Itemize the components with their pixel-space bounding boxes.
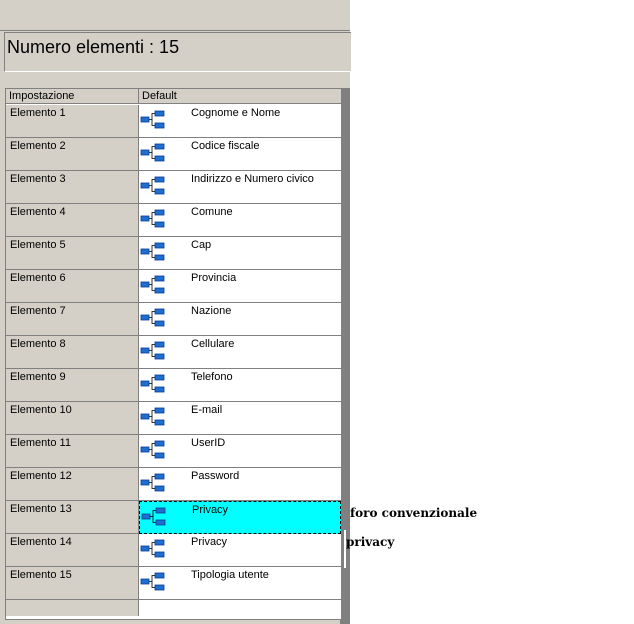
tree-node-icon: [141, 507, 167, 527]
row-key-cell[interactable]: Elemento 4: [6, 204, 139, 237]
tree-node-icon: [140, 440, 166, 460]
row-key-cell[interactable]: Elemento 6: [6, 270, 139, 303]
row-key-cell[interactable]: Elemento 14: [6, 534, 139, 567]
row-value-cell[interactable]: Password: [139, 468, 341, 501]
tree-node-icon: [140, 572, 166, 592]
row-value-cell[interactable]: Cap: [139, 237, 341, 270]
element-count-label: Numero elementi : 15: [7, 37, 180, 57]
row-value-cell[interactable]: Indirizzo e Numero civico: [139, 171, 341, 204]
row-key-cell[interactable]: Elemento 9: [6, 369, 139, 402]
side-label-privacy: privacy: [346, 535, 395, 549]
table-row[interactable]: Elemento 1 Cognome e Nome: [6, 105, 341, 138]
row-value-text: Codice fiscale: [191, 140, 260, 152]
row-value-cell[interactable]: Privacy: [139, 501, 341, 534]
tree-node-icon: [140, 209, 166, 229]
tree-node-icon: [140, 473, 166, 493]
row-value-text: Cellulare: [191, 338, 235, 350]
row-key-cell[interactable]: Elemento 3: [6, 171, 139, 204]
side-label-divider: [344, 530, 346, 568]
table-row[interactable]: Elemento 14 Privacy: [6, 534, 341, 567]
column-header-default[interactable]: Default: [139, 89, 341, 104]
table-row[interactable]: Elemento 9 Telefono: [6, 369, 341, 402]
tree-node-icon: [140, 341, 166, 361]
empty-key-cell: [6, 600, 139, 616]
table-row[interactable]: Elemento 7 Nazione: [6, 303, 341, 336]
row-value-text: Provincia: [191, 272, 237, 284]
row-key-cell[interactable]: Elemento 1: [6, 105, 139, 138]
table-row[interactable]: Elemento 4 Comune: [6, 204, 341, 237]
table-row[interactable]: Elemento 8 Cellulare: [6, 336, 341, 369]
element-count-box: Numero elementi : 15: [4, 32, 351, 72]
row-value-cell[interactable]: Privacy: [139, 534, 341, 567]
tree-node-icon: [140, 275, 166, 295]
table-row[interactable]: Elemento 15 Tipologia utente: [6, 567, 341, 600]
table-row[interactable]: Elemento 10 E-mail: [6, 402, 341, 435]
row-value-cell[interactable]: Codice fiscale: [139, 138, 341, 171]
grid-column-headers: Impostazione Default: [6, 89, 341, 105]
row-value-cell[interactable]: Nazione: [139, 303, 341, 336]
table-row[interactable]: Elemento 2 Codice fiscale: [6, 138, 341, 171]
settings-grid: Impostazione Default Elemento 1 Cognome e…: [5, 88, 342, 620]
row-key-cell[interactable]: Elemento 7: [6, 303, 139, 336]
side-label-foro-convenzionale: foro convenzionale: [350, 506, 478, 520]
tree-node-icon: [140, 143, 166, 163]
row-value-text: Cognome e Nome: [191, 107, 281, 119]
tree-node-icon: [140, 110, 166, 130]
row-key-cell[interactable]: Elemento 2: [6, 138, 139, 171]
table-row[interactable]: Elemento 3 Indirizzo e Numero civico: [6, 171, 341, 204]
row-value-cell[interactable]: Tipologia utente: [139, 567, 341, 600]
row-value-text: Privacy: [192, 504, 229, 516]
row-value-cell[interactable]: Cellulare: [139, 336, 341, 369]
tree-node-icon: [140, 176, 166, 196]
row-key-cell[interactable]: Elemento 5: [6, 237, 139, 270]
row-key-cell[interactable]: Elemento 11: [6, 435, 139, 468]
row-value-text: Tipologia utente: [191, 569, 269, 581]
table-row[interactable]: Elemento 5 Cap: [6, 237, 341, 270]
toolbar-area: [0, 0, 350, 31]
row-value-cell[interactable]: UserID: [139, 435, 341, 468]
column-header-impostazione[interactable]: Impostazione: [6, 89, 139, 104]
tree-node-icon: [140, 374, 166, 394]
tree-node-icon: [140, 407, 166, 427]
table-row[interactable]: Elemento 11 UserID: [6, 435, 341, 468]
tree-node-icon: [140, 308, 166, 328]
row-value-text: Telefono: [191, 371, 233, 383]
table-row[interactable]: Elemento 6 Provincia: [6, 270, 341, 303]
table-row[interactable]: Elemento 13 Privacy: [6, 501, 341, 534]
row-value-text: Password: [191, 470, 240, 482]
row-value-cell[interactable]: E-mail: [139, 402, 341, 435]
row-value-cell[interactable]: Provincia: [139, 270, 341, 303]
row-value-cell[interactable]: Telefono: [139, 369, 341, 402]
row-key-cell[interactable]: Elemento 13: [6, 501, 139, 534]
row-key-cell[interactable]: Elemento 15: [6, 567, 139, 600]
tree-node-icon: [140, 539, 166, 559]
table-row[interactable]: Elemento 12 Password: [6, 468, 341, 501]
row-value-text: Comune: [191, 206, 233, 218]
row-value-cell[interactable]: Cognome e Nome: [139, 105, 341, 138]
tree-node-icon: [140, 242, 166, 262]
row-key-cell[interactable]: Elemento 12: [6, 468, 139, 501]
row-key-cell[interactable]: Elemento 8: [6, 336, 139, 369]
row-key-cell[interactable]: Elemento 10: [6, 402, 139, 435]
row-value-text: Indirizzo e Numero civico: [191, 173, 314, 185]
row-value-text: Cap: [191, 239, 212, 251]
row-value-text: E-mail: [191, 404, 223, 416]
row-value-text: UserID: [191, 437, 226, 449]
row-value-cell[interactable]: Comune: [139, 204, 341, 237]
row-value-text: Nazione: [191, 305, 232, 317]
empty-row: [6, 600, 341, 616]
row-value-text: Privacy: [191, 536, 228, 548]
